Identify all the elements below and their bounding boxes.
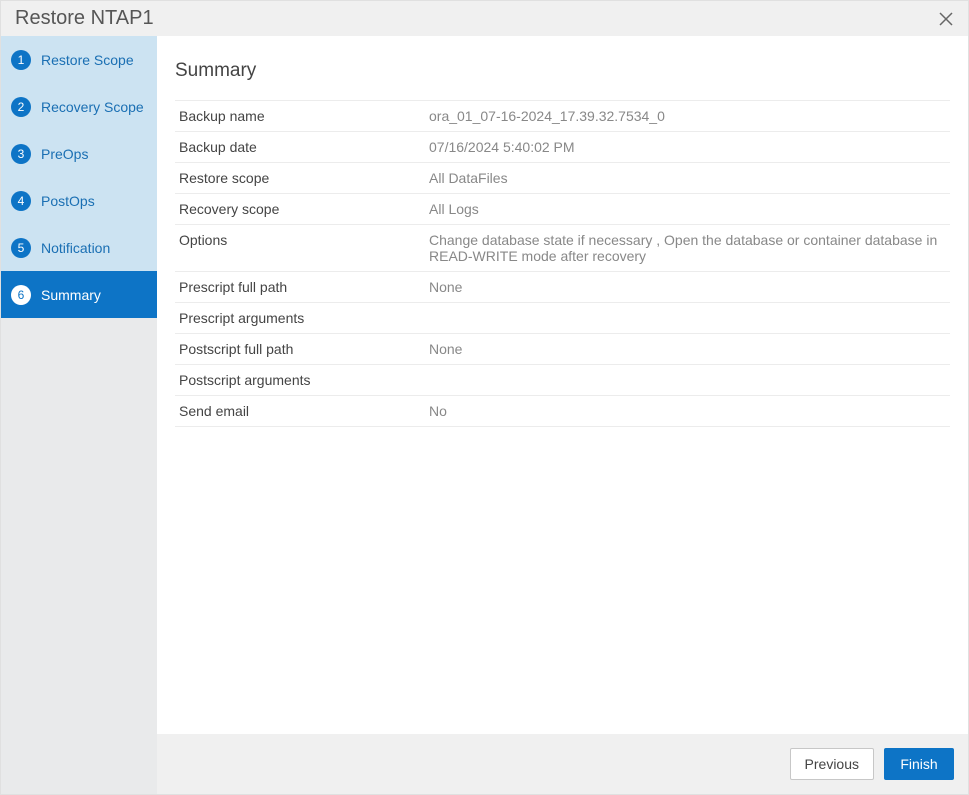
finish-button[interactable]: Finish (884, 748, 954, 780)
summary-value: No (425, 396, 950, 427)
summary-value: None (425, 272, 950, 303)
modal-title: Restore NTAP1 (15, 7, 154, 30)
step-label: Summary (41, 287, 101, 303)
step-label: Notification (41, 240, 110, 256)
summary-value: All Logs (425, 194, 950, 225)
summary-label: Postscript full path (175, 334, 425, 365)
restore-wizard-modal: Restore NTAP1 1 Restore Scope 2 Recovery… (0, 0, 969, 795)
step-label: PreOps (41, 146, 88, 162)
summary-label: Postscript arguments (175, 365, 425, 396)
table-row: Postscript full path None (175, 334, 950, 365)
summary-panel: Summary Backup name ora_01_07-16-2024_17… (157, 36, 968, 734)
table-row: Send email No (175, 396, 950, 427)
table-row: Prescript arguments (175, 303, 950, 334)
step-label: PostOps (41, 193, 95, 209)
table-row: Restore scope All DataFiles (175, 163, 950, 194)
summary-value: 07/16/2024 5:40:02 PM (425, 132, 950, 163)
panel-heading: Summary (175, 60, 950, 82)
summary-label: Backup name (175, 101, 425, 132)
summary-label: Prescript full path (175, 272, 425, 303)
table-row: Postscript arguments (175, 365, 950, 396)
step-number: 2 (11, 97, 31, 117)
summary-value: Change database state if necessary , Ope… (425, 225, 950, 272)
step-preops[interactable]: 3 PreOps (1, 130, 157, 177)
modal-header: Restore NTAP1 (1, 1, 968, 36)
step-notification[interactable]: 5 Notification (1, 224, 157, 271)
step-restore-scope[interactable]: 1 Restore Scope (1, 36, 157, 83)
summary-value (425, 303, 950, 334)
table-row: Prescript full path None (175, 272, 950, 303)
wizard-sidebar: 1 Restore Scope 2 Recovery Scope 3 PreOp… (1, 36, 157, 794)
summary-value: None (425, 334, 950, 365)
summary-table: Backup name ora_01_07-16-2024_17.39.32.7… (175, 100, 950, 427)
step-recovery-scope[interactable]: 2 Recovery Scope (1, 83, 157, 130)
previous-button[interactable]: Previous (790, 748, 874, 780)
summary-value: All DataFiles (425, 163, 950, 194)
table-row: Options Change database state if necessa… (175, 225, 950, 272)
summary-label: Prescript arguments (175, 303, 425, 334)
step-label: Recovery Scope (41, 99, 144, 115)
step-number: 3 (11, 144, 31, 164)
modal-body: 1 Restore Scope 2 Recovery Scope 3 PreOp… (1, 36, 968, 794)
step-postops[interactable]: 4 PostOps (1, 177, 157, 224)
summary-label: Options (175, 225, 425, 272)
summary-value: ora_01_07-16-2024_17.39.32.7534_0 (425, 101, 950, 132)
content-area: Summary Backup name ora_01_07-16-2024_17… (157, 36, 968, 794)
step-number: 4 (11, 191, 31, 211)
step-label: Restore Scope (41, 52, 134, 68)
step-number: 5 (11, 238, 31, 258)
table-row: Backup name ora_01_07-16-2024_17.39.32.7… (175, 101, 950, 132)
summary-label: Send email (175, 396, 425, 427)
summary-value (425, 365, 950, 396)
summary-label: Backup date (175, 132, 425, 163)
table-row: Recovery scope All Logs (175, 194, 950, 225)
modal-footer: Previous Finish (157, 734, 968, 794)
step-summary[interactable]: 6 Summary (1, 271, 157, 318)
summary-label: Recovery scope (175, 194, 425, 225)
step-number: 6 (11, 285, 31, 305)
close-icon[interactable] (938, 11, 954, 27)
table-row: Backup date 07/16/2024 5:40:02 PM (175, 132, 950, 163)
step-number: 1 (11, 50, 31, 70)
summary-label: Restore scope (175, 163, 425, 194)
